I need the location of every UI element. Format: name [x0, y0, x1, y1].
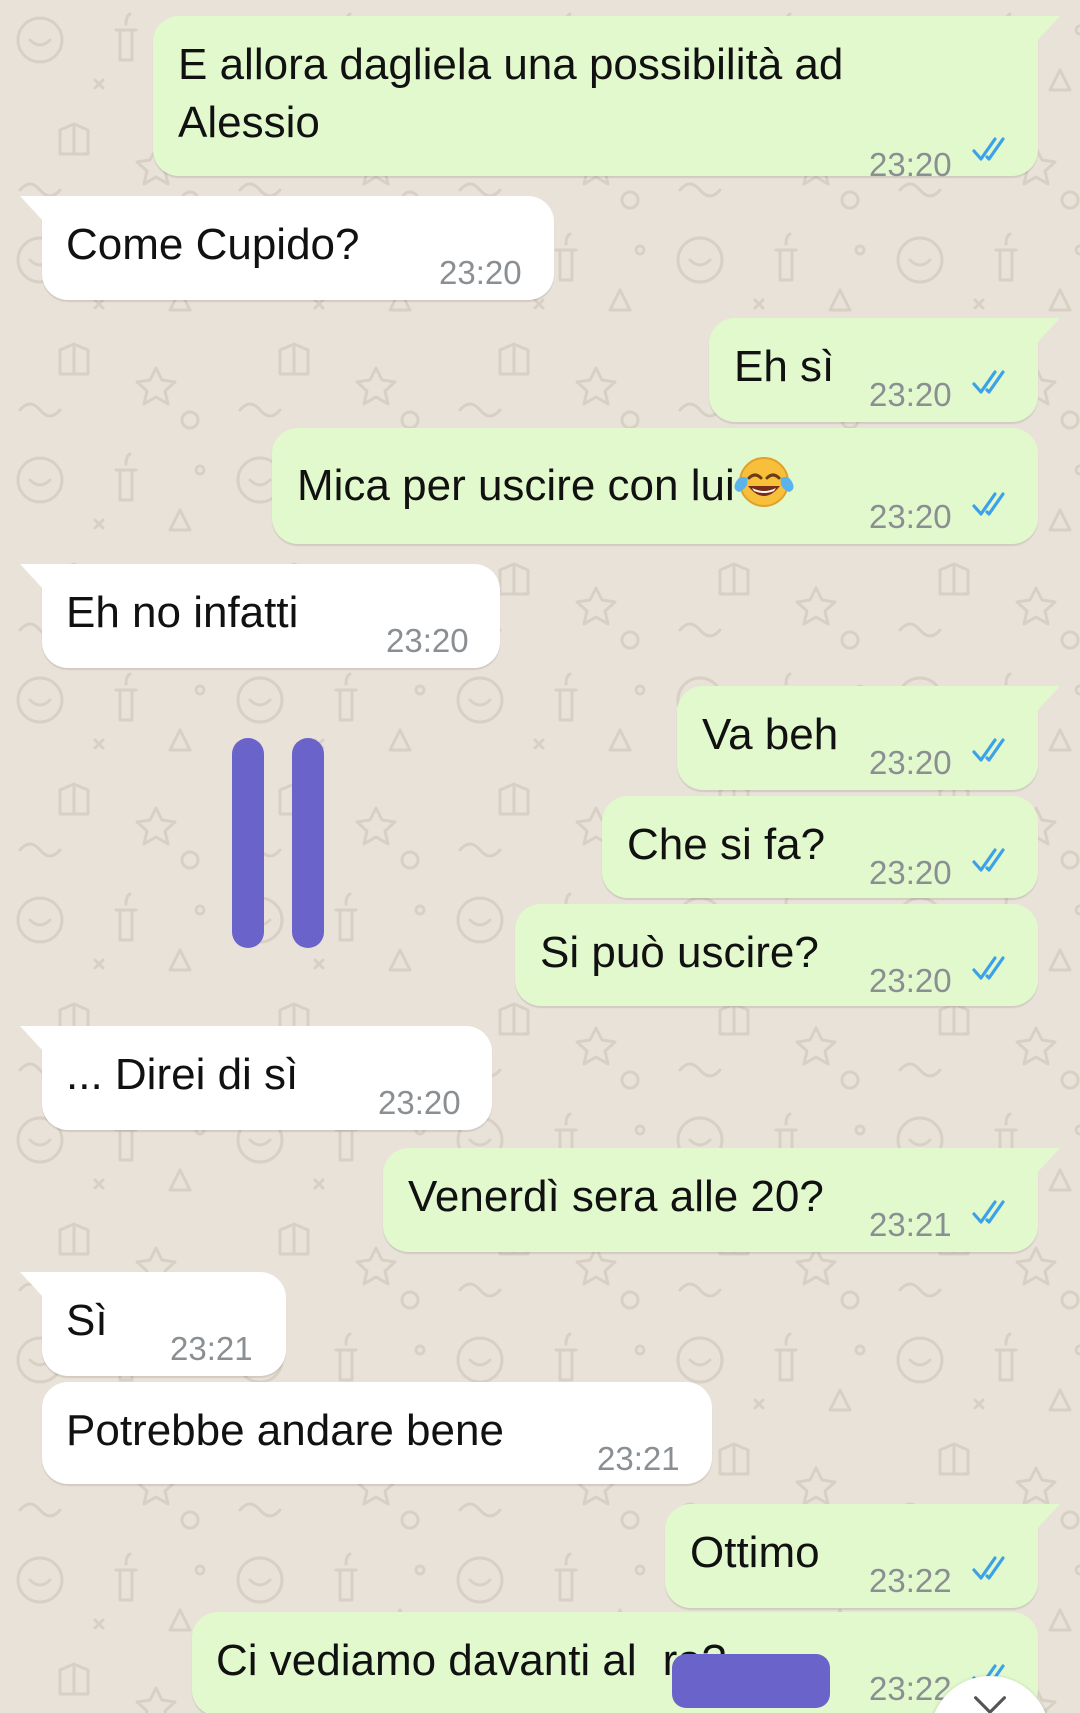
read-receipt-icon — [972, 848, 1005, 872]
message-timestamp: 23:20 — [869, 854, 952, 891]
message-text: Che si fa? — [627, 820, 826, 869]
message-bubble-outgoing[interactable]: Si può uscire? 23:20 — [515, 904, 1038, 1006]
message-timestamp: 23:21 — [597, 1440, 680, 1477]
message-text-content: Ci vediamo davanti al — [216, 1636, 637, 1685]
read-receipt-icon — [972, 1200, 1005, 1224]
message-bubble-outgoing[interactable]: E allora dagliela una possibilità ad Ale… — [153, 16, 1060, 183]
read-receipt-icon — [972, 956, 1005, 980]
message-text: Mica per uscire con lui — [297, 454, 795, 515]
read-receipt-icon — [972, 492, 1005, 516]
pause-bars-icon — [232, 738, 324, 948]
chevron-down-icon — [974, 1696, 1006, 1713]
read-receipt-icon — [972, 370, 1005, 394]
message-bubble-outgoing[interactable]: Ottimo 23:22 — [665, 1504, 1060, 1608]
message-text: Come Cupido? — [66, 220, 360, 269]
message-text: Venerdì sera alle 20? — [408, 1172, 824, 1221]
message-timestamp: 23:20 — [869, 146, 952, 183]
message-text: Potrebbe andare bene — [66, 1406, 504, 1455]
read-receipt-icon — [972, 1556, 1005, 1580]
message-text: Eh sì — [734, 342, 835, 391]
read-receipt-icon — [972, 738, 1005, 762]
message-text: ... Direi di sì — [66, 1050, 299, 1099]
chat-window[interactable]: E allora dagliela una possibilità ad Ale… — [0, 0, 1080, 1713]
message-bubble-outgoing[interactable]: Venerdì sera alle 20? 23:21 — [383, 1148, 1060, 1252]
message-timestamp: 23:20 — [869, 744, 952, 781]
message-bubble-outgoing[interactable]: Mica per uscire con lui 23:20 — [272, 428, 1038, 544]
message-timestamp: 23:22 — [869, 1562, 952, 1599]
message-bubble-incoming[interactable]: Eh no infatti 23:20 — [20, 564, 500, 668]
message-timestamp: 23:20 — [869, 498, 952, 535]
message-bubble-outgoing[interactable]: Che si fa? 23:20 — [602, 796, 1038, 898]
message-text: Eh no infatti — [66, 588, 299, 637]
read-receipt-icon — [972, 137, 1005, 161]
message-text: Si può uscire? — [540, 928, 819, 977]
message-timestamp: 23:21 — [869, 1206, 952, 1243]
message-text: Va beh — [702, 710, 839, 759]
message-bubble-incoming[interactable]: Come Cupido? 23:20 — [20, 196, 554, 300]
message-text: Ci vediamo davanti alra? — [216, 1632, 726, 1690]
message-text: Ottimo — [690, 1528, 820, 1577]
message-text-content: Mica per uscire con lui — [297, 461, 735, 510]
face-with-tears-of-joy-icon — [734, 457, 794, 507]
message-bubble-outgoing[interactable]: Ci vediamo davanti alra? 23:22 — [192, 1612, 1038, 1713]
message-bubble-incoming[interactable]: Sì 23:21 — [20, 1272, 286, 1376]
message-timestamp: 23:20 — [869, 376, 952, 413]
message-timestamp: 23:21 — [170, 1330, 253, 1367]
message-timestamp: 23:20 — [439, 254, 522, 291]
message-text: Sì — [66, 1296, 108, 1345]
redaction-mark — [672, 1654, 830, 1708]
message-bubble-outgoing[interactable]: Eh sì 23:20 — [709, 318, 1060, 422]
message-bubble-incoming[interactable]: Potrebbe andare bene 23:21 — [42, 1382, 712, 1484]
message-text: E allora dagliela una possibilità ad Ale… — [178, 40, 844, 147]
message-timestamp: 23:20 — [386, 622, 469, 659]
message-bubble-incoming[interactable]: ... Direi di sì 23:20 — [20, 1026, 492, 1130]
message-timestamp: 23:20 — [378, 1084, 461, 1121]
message-bubble-outgoing[interactable]: Va beh 23:20 — [677, 686, 1060, 790]
message-timestamp: 23:20 — [869, 962, 952, 999]
